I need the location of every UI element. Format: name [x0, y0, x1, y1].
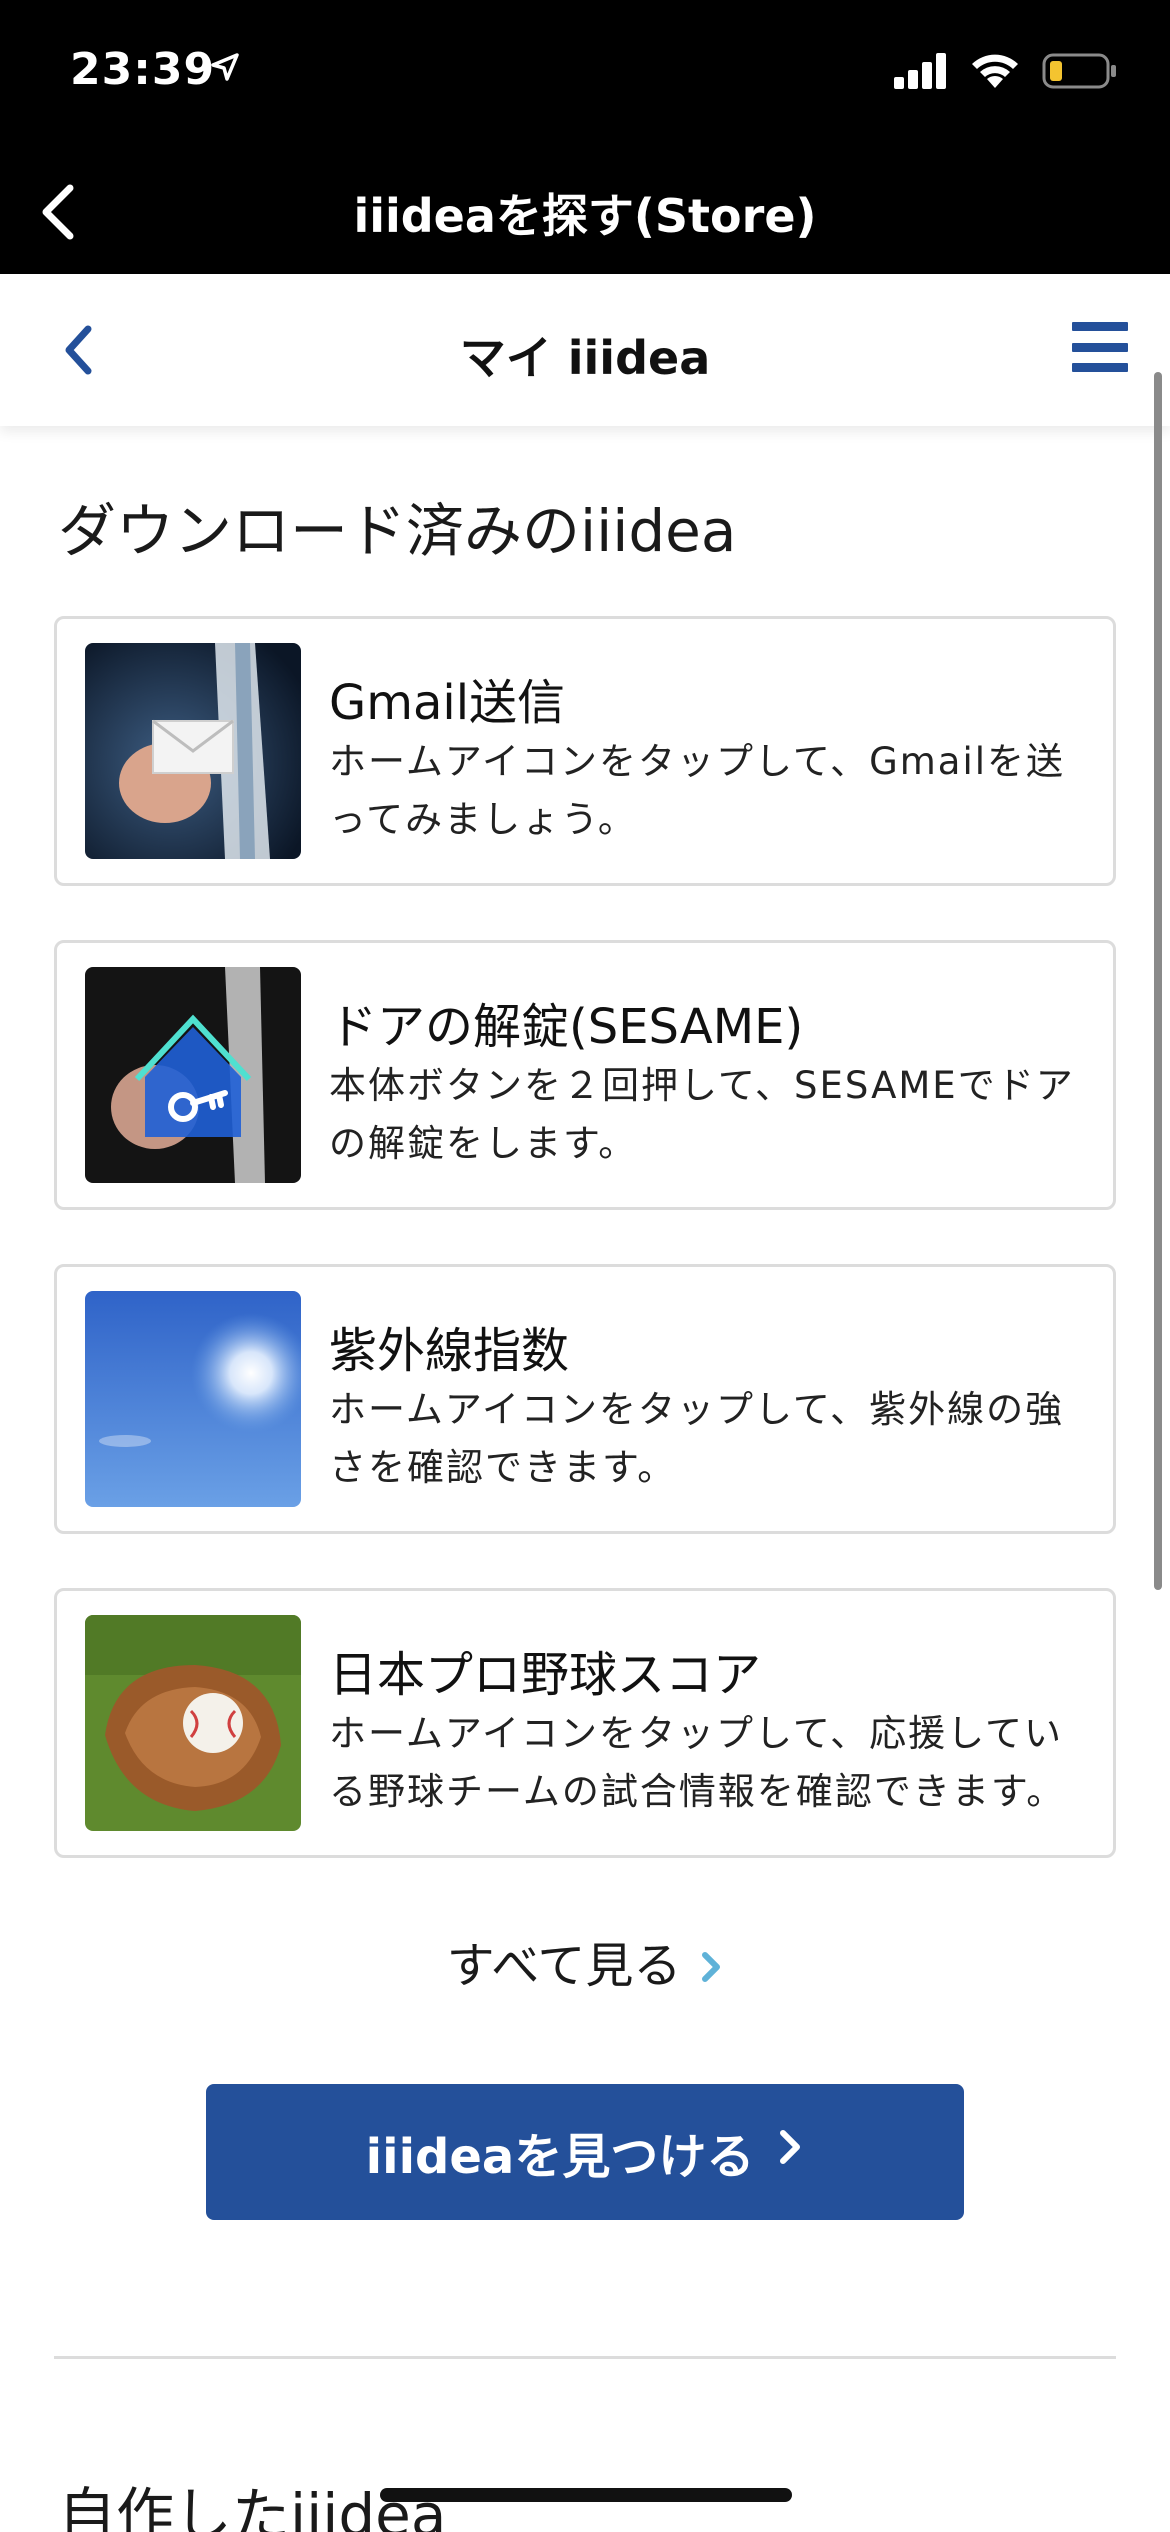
- status-time: 23:39: [70, 44, 216, 95]
- item-description: ホームアイコンをタップして、応援している野球チームの試合情報を確認できます。: [329, 1712, 1066, 1813]
- nav-title: iiideaを探す(Store): [353, 189, 817, 243]
- section-divider: [54, 2356, 1116, 2359]
- baseball-glove-image: [85, 1615, 301, 1831]
- scroll-indicator[interactable]: [1154, 372, 1162, 1590]
- item-title: 紫外線指数: [329, 1323, 570, 1379]
- item-title: ドアの解錠(SESAME): [329, 999, 804, 1055]
- item-description: ホームアイコンをタップして、Gmailを送ってみましょう。: [329, 740, 1066, 841]
- list-item[interactable]: 紫外線指数 ホームアイコンをタップして、紫外線の強さを確認できます。: [54, 1264, 1116, 1534]
- status-bar: 23:39: [0, 0, 1170, 150]
- see-all-link[interactable]: すべて見る: [0, 1926, 1170, 1997]
- find-iiidea-button[interactable]: iiideaを見つける: [206, 2084, 964, 2220]
- location-arrow-icon: [210, 52, 240, 86]
- status-icons: [894, 52, 1118, 90]
- list-item[interactable]: Gmail送信 ホームアイコンをタップして、Gmailを送ってみましょう。: [54, 616, 1116, 886]
- list-item[interactable]: 日本プロ野球スコア ホームアイコンをタップして、応援している野球チームの試合情報…: [54, 1588, 1116, 1858]
- home-indicator[interactable]: [380, 2488, 792, 2502]
- hamburger-menu-icon[interactable]: [1072, 322, 1128, 372]
- item-title: 日本プロ野球スコア: [329, 1647, 762, 1703]
- item-description: 本体ボタンを２回押して、SESAMEでドアの解錠をします。: [329, 1064, 1075, 1165]
- page-title: マイ iiidea: [459, 331, 711, 385]
- finger-press-house-key-image: [85, 967, 301, 1183]
- item-title: Gmail送信: [329, 675, 566, 731]
- cellular-signal-icon: [894, 53, 946, 89]
- battery-low-icon: [1042, 53, 1116, 89]
- page-header: マイ iiidea: [0, 274, 1170, 426]
- find-iiidea-label: iiideaを見つける: [365, 2129, 755, 2185]
- chevron-right-icon: [776, 2124, 804, 2180]
- chevron-right-icon: [699, 1941, 723, 1997]
- downloaded-section-title: ダウンロード済みのiiidea: [58, 497, 737, 565]
- blue-sky-sun-image: [85, 1291, 301, 1507]
- finger-press-envelope-image: [85, 643, 301, 859]
- app-nav-bar: iiideaを探す(Store): [0, 150, 1170, 274]
- see-all-label: すべて見る: [446, 1938, 682, 1994]
- list-item[interactable]: ドアの解錠(SESAME) 本体ボタンを２回押して、SESAMEでドアの解錠をし…: [54, 940, 1116, 1210]
- wifi-icon: [972, 54, 1018, 88]
- item-description: ホームアイコンをタップして、紫外線の強さを確認できます。: [329, 1388, 1065, 1489]
